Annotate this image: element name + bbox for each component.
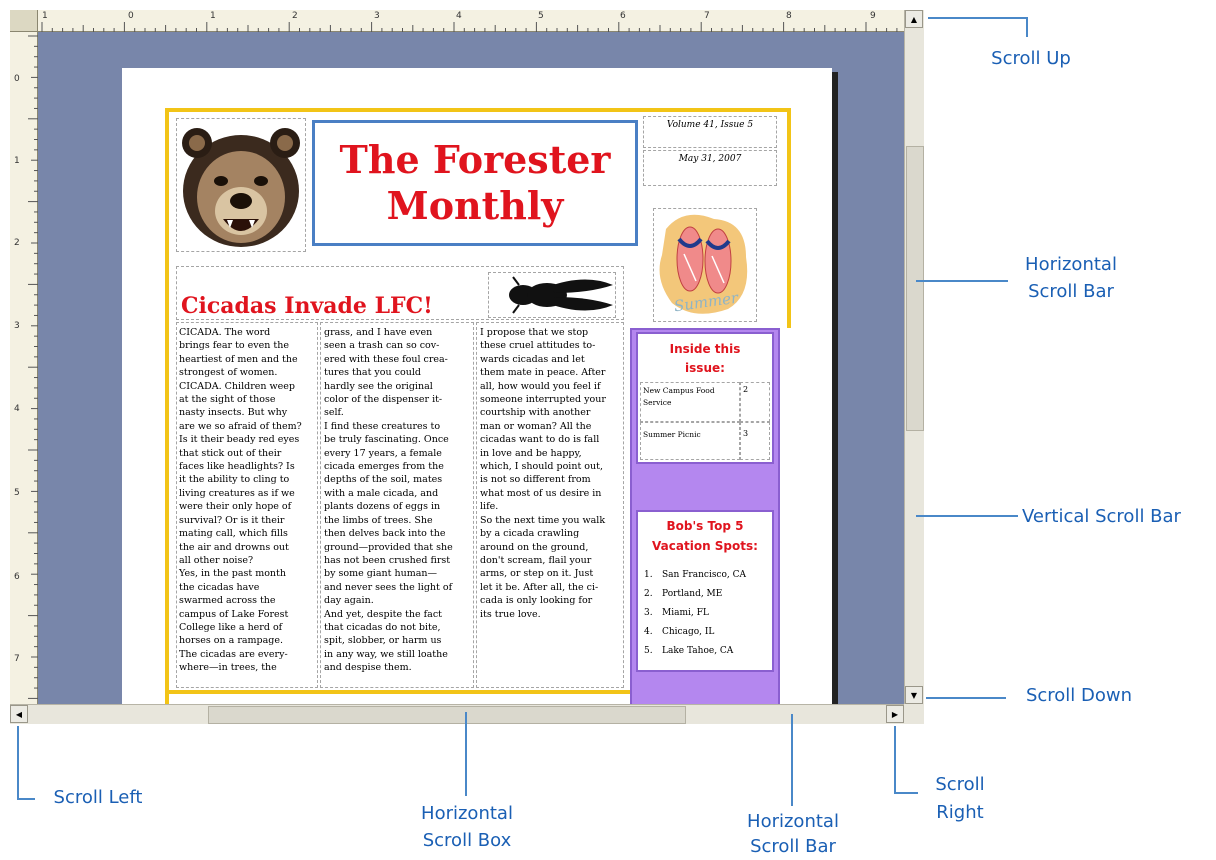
callout-vertical-scroll-bar: Vertical Scroll Bar	[1022, 506, 1181, 527]
callout-horizontal-scroll-bar-bottom-line1: Horizontal	[747, 811, 839, 832]
masthead[interactable]: The Forester Monthly	[312, 120, 638, 246]
ruler-ticks-left	[28, 35, 38, 699]
callout-horizontal-scroll-box-line1: Horizontal	[421, 803, 513, 824]
scroll-corner	[904, 704, 924, 724]
issue-date[interactable]: May 31, 2007	[643, 150, 777, 186]
list-item: 1. San Francisco, CA	[644, 570, 747, 580]
arrow-right-icon: ▶	[891, 709, 899, 719]
document-workspace[interactable]: The Forester Monthly Volume 41, Issue 5 …	[38, 32, 904, 704]
article-column-2[interactable]: grass, and I have even seen a trash can …	[320, 322, 474, 688]
ruler-label: 4	[14, 404, 20, 414]
masthead-title-line2: Monthly	[386, 183, 564, 228]
scroll-down-button[interactable]: ▼	[905, 686, 923, 704]
callout-horizontal-scroll-box-line2: Scroll Box	[422, 830, 512, 851]
ruler-label: 6	[620, 11, 626, 21]
bear-icon	[182, 128, 300, 247]
horizontal-ruler[interactable]: 1 0 1 2 3 4 5 6 7 8 9	[38, 10, 904, 32]
scroll-left-button[interactable]: ◀	[10, 705, 28, 723]
frame-line-right	[787, 108, 791, 328]
callout-line-horizontal-scroll-box	[465, 712, 467, 796]
headline: Cicadas Invade LFC!	[181, 293, 433, 319]
toc-item-page: 3	[740, 422, 770, 460]
horizontal-scroll-box[interactable]	[208, 706, 686, 724]
scroll-up-button[interactable]: ▲	[905, 10, 923, 28]
callout-scroll-right-line1: Scroll	[935, 774, 985, 795]
toc-item-page: 2	[740, 382, 770, 422]
callout-scroll-down: Scroll Down	[1025, 685, 1133, 706]
callout-line-scroll-right	[894, 726, 896, 794]
ruler-label: 5	[14, 488, 20, 498]
ruler-label: 1	[42, 11, 48, 21]
ruler-label: 6	[14, 572, 20, 582]
horizontal-scroll-bar[interactable]: ◀ ▶	[10, 704, 904, 724]
callout-scroll-left: Scroll Left	[53, 787, 143, 808]
ruler-label: 9	[870, 11, 876, 21]
article-column-1[interactable]: CICADA. The word brings fear to even the…	[176, 322, 318, 688]
vertical-scroll-bar[interactable]: ▲ ▼	[904, 10, 924, 704]
callout-scroll-up: Scroll Up	[991, 48, 1071, 69]
ruler-label: 7	[14, 654, 20, 664]
callout-line-scroll-up-drop	[1026, 17, 1028, 37]
inside-issue-box[interactable]: Inside this issue: New Campus Food Servi…	[636, 332, 774, 464]
callout-line-scroll-down	[926, 697, 1006, 699]
callout-horizontal-scroll-bar-line1: Horizontal	[1025, 254, 1117, 275]
summer-image[interactable]: Summer	[653, 208, 757, 322]
ruler-label: 2	[14, 238, 20, 248]
toc-item-title: Summer Picnic	[640, 422, 740, 460]
ruler-label: 3	[14, 321, 20, 331]
inside-issue-title: Inside this issue:	[669, 342, 741, 375]
callout-horizontal-scroll-bar-bottom-line2: Scroll Bar	[750, 836, 836, 857]
list-item: 3. Miami, FL	[644, 608, 709, 618]
ruler-label: 1	[14, 156, 20, 166]
ruler-label: 1	[210, 11, 216, 21]
ruler-label: 0	[14, 74, 20, 84]
volume-issue[interactable]: Volume 41, Issue 5	[643, 116, 777, 148]
callout-line-horizontal-scroll-bar	[916, 280, 1008, 282]
ruler-label: 2	[292, 11, 298, 21]
ruler-corner	[10, 10, 38, 32]
toc-item-title: New Campus Food Service	[640, 382, 740, 422]
bear-image[interactable]	[176, 118, 306, 252]
callout-line-vertical-scroll-bar	[916, 515, 1018, 517]
callout-line-horizontal-scroll-bar-bottom	[791, 714, 793, 806]
cicada-image[interactable]	[488, 272, 616, 318]
newsletter-page[interactable]: The Forester Monthly Volume 41, Issue 5 …	[122, 68, 832, 704]
callout-line-scroll-left	[17, 726, 19, 800]
ruler-label: 8	[786, 11, 792, 21]
list-item: 2. Portland, ME	[644, 589, 723, 599]
arrow-down-icon: ▼	[910, 690, 918, 700]
top-five-list: 1. San Francisco, CA 2. Portland, ME 3. Mia…	[638, 556, 772, 661]
arrow-left-icon: ◀	[15, 709, 23, 719]
callout-horizontal-scroll-bar-line2: Scroll Bar	[1028, 281, 1114, 302]
article-column-3[interactable]: I propose that we stop these cruel attit…	[476, 322, 624, 688]
list-item: 4. Chicago, IL	[644, 627, 715, 637]
vertical-scroll-box[interactable]	[906, 146, 924, 431]
list-item: 5. Lake Tahoe, CA	[644, 646, 734, 656]
callout-line-scroll-left-foot	[17, 798, 35, 800]
top-five-title: Bob's Top 5 Vacation Spots:	[652, 519, 758, 553]
ruler-label: 5	[538, 11, 544, 21]
cicada-icon	[509, 276, 613, 314]
top-five-box[interactable]: Bob's Top 5 Vacation Spots: 1. San Franci…	[636, 510, 774, 672]
vertical-ruler[interactable]: 0 1 2 3 4 5 6 7	[10, 32, 38, 704]
frame-line-left	[165, 108, 169, 704]
ruler-label: 7	[704, 11, 710, 21]
callout-line-scroll-right-foot	[894, 792, 918, 794]
arrow-up-icon: ▲	[910, 14, 918, 24]
callout-scroll-right-line2: Right	[936, 802, 984, 823]
ruler-label: 3	[374, 11, 380, 21]
callout-line-scroll-up	[928, 17, 1028, 19]
scroll-right-button[interactable]: ▶	[886, 705, 904, 723]
frame-line-bottom	[165, 690, 633, 694]
ruler-label: 0	[128, 11, 134, 21]
masthead-title-line1: The Forester	[339, 137, 611, 182]
ruler-label: 4	[456, 11, 462, 21]
ruler-ticks-top	[41, 22, 898, 32]
frame-line-top	[165, 108, 791, 112]
